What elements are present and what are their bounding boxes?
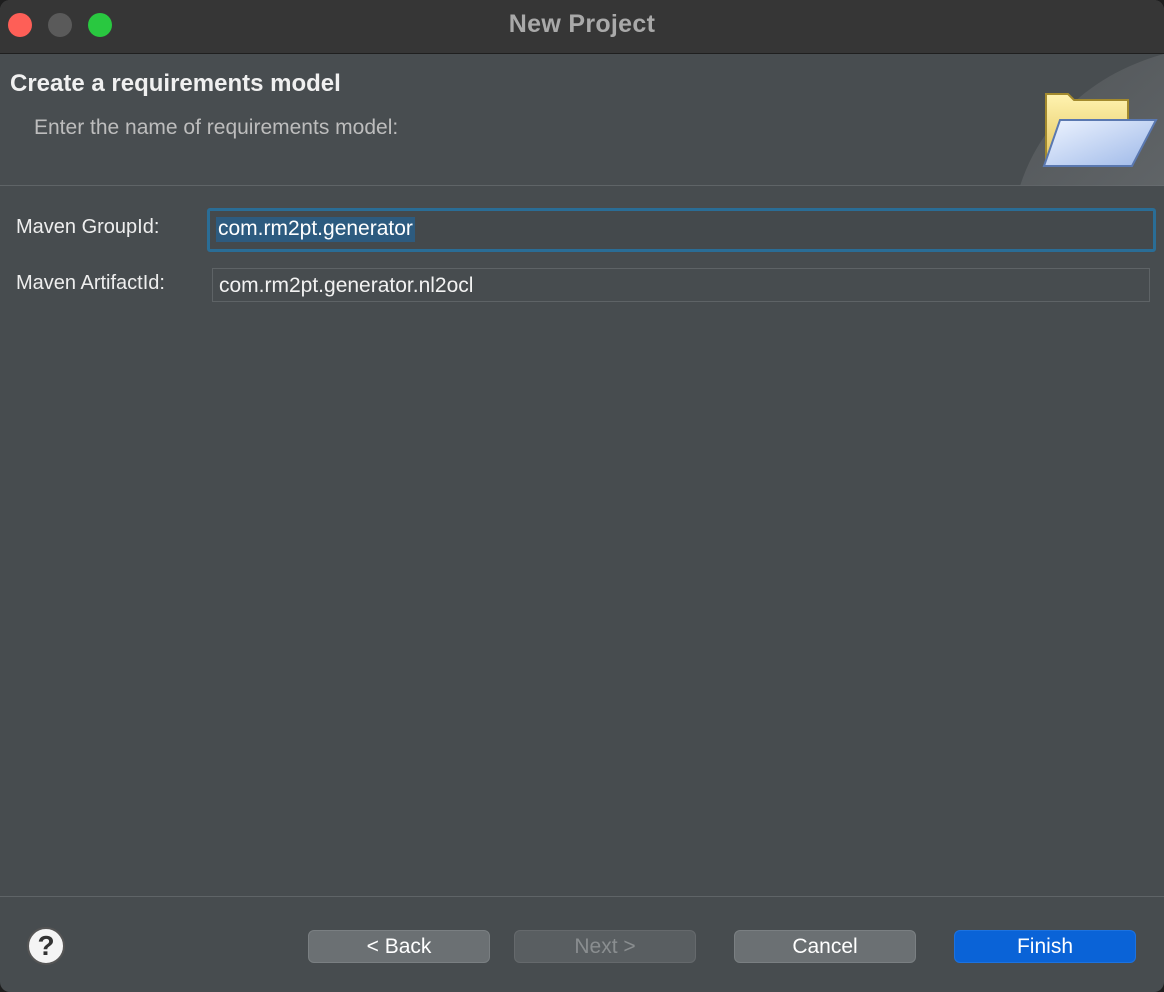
- page-title: Create a requirements model: [10, 70, 341, 97]
- title-bar[interactable]: New Project: [0, 0, 1164, 54]
- folder-open-icon: [1020, 54, 1164, 186]
- group-id-input[interactable]: com.rm2pt.generator: [207, 208, 1156, 252]
- page-description: Enter the name of requirements model:: [34, 116, 399, 139]
- back-button[interactable]: < Back: [308, 930, 490, 963]
- group-id-label: Maven GroupId:: [16, 216, 160, 238]
- window-title: New Project: [508, 10, 656, 38]
- help-button[interactable]: ?: [27, 927, 65, 965]
- artifact-id-input[interactable]: com.rm2pt.generator.nl2ocl: [212, 268, 1150, 302]
- new-project-dialog: New Project Create a requirements model …: [0, 0, 1164, 992]
- cancel-button[interactable]: Cancel: [734, 930, 916, 963]
- next-button[interactable]: Next >: [514, 930, 696, 963]
- footer-divider: [0, 896, 1164, 897]
- finish-button[interactable]: Finish: [954, 930, 1136, 963]
- wizard-banner: Create a requirements model Enter the na…: [0, 54, 1164, 186]
- artifact-id-label: Maven ArtifactId:: [16, 272, 165, 294]
- group-id-value: com.rm2pt.generator: [216, 217, 415, 242]
